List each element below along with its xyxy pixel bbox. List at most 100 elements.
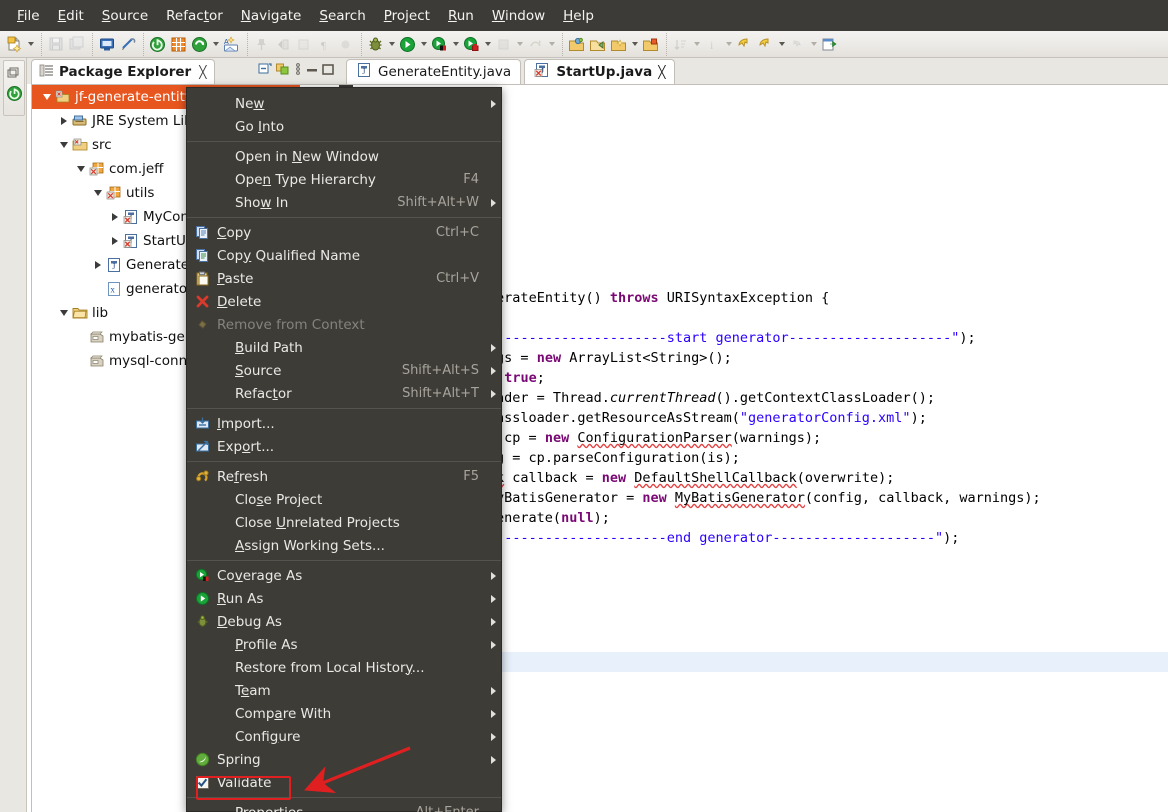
open-task-icon[interactable] xyxy=(587,34,608,55)
menu-item-shortcut: Ctrl+C xyxy=(435,225,479,240)
link-with-editor-icon[interactable] xyxy=(275,61,291,81)
menu-item-new[interactable]: New xyxy=(187,92,501,115)
menubar-item-help[interactable]: Help xyxy=(554,5,603,27)
menu-item-label: Validate xyxy=(217,774,272,791)
expand-arrow-right-icon[interactable] xyxy=(108,213,122,221)
expand-arrow-down-icon[interactable] xyxy=(74,166,88,172)
editor-tab-startup-java[interactable]: J StartUp.java ╳ xyxy=(524,59,676,84)
menubar-item-project[interactable]: Project xyxy=(375,5,439,27)
refresh-icon[interactable] xyxy=(189,34,210,55)
external-tools-dropdown-arrow[interactable] xyxy=(482,34,493,55)
menu-item-delete[interactable]: Delete xyxy=(187,290,501,313)
menu-item-label: Compare With xyxy=(235,705,332,722)
back-icon[interactable] xyxy=(734,34,755,55)
expand-arrow-down-icon[interactable] xyxy=(40,94,54,100)
expand-arrow-right-icon[interactable] xyxy=(57,117,71,125)
tab-package-explorer[interactable]: Package Explorer ╳ xyxy=(31,59,216,84)
start-server-icon[interactable] xyxy=(147,34,168,55)
menu-item-properties[interactable]: PropertiesAlt+Enter xyxy=(187,801,501,812)
menu-item-shortcut: Ctrl+V xyxy=(436,271,479,286)
history-icon xyxy=(525,34,546,55)
expand-arrow-right-icon[interactable] xyxy=(91,261,105,269)
coverage-icon[interactable] xyxy=(429,34,450,55)
coverage-icon xyxy=(187,568,217,583)
new-package-icon[interactable] xyxy=(640,34,661,55)
menu-item-build-path[interactable]: Build Path xyxy=(187,336,501,359)
editor-tab-generateentity-java[interactable]: J GenerateEntity.java xyxy=(346,59,522,84)
menubar-item-file[interactable]: File xyxy=(8,5,49,27)
menubar-item-navigate[interactable]: Navigate xyxy=(232,5,311,27)
menu-item-compare-with[interactable]: Compare With xyxy=(187,702,501,725)
debug-icon[interactable] xyxy=(365,34,386,55)
menubar-item-window[interactable]: Window xyxy=(483,5,554,27)
package-icon xyxy=(88,161,106,177)
menu-item-team[interactable]: Team xyxy=(187,679,501,702)
library-icon xyxy=(71,113,89,129)
menu-item-show-in[interactable]: Show In Shift+Alt+W xyxy=(187,191,501,214)
menu-item-label: Refresh xyxy=(217,468,269,485)
menu-item-restore-from-local-history[interactable]: Restore from Local History... xyxy=(187,656,501,679)
menu-item-import[interactable]: Import... xyxy=(187,412,501,435)
forward-dropdown-arrow[interactable] xyxy=(776,34,787,55)
menu-item-source[interactable]: Source Shift+Alt+S xyxy=(187,359,501,382)
menu-item-close-project[interactable]: Close Project xyxy=(187,488,501,511)
package-explorer-close-icon[interactable]: ╳ xyxy=(199,65,206,79)
new-java-class-icon[interactable] xyxy=(608,34,629,55)
project-context-menu[interactable]: New Go Into Open in New Window Open Type Hi… xyxy=(186,87,502,812)
menu-item-validate[interactable]: Validate xyxy=(187,771,501,794)
expand-arrow-down-icon[interactable] xyxy=(57,310,71,316)
menu-item-profile-as[interactable]: Profile As xyxy=(187,633,501,656)
sort-icon xyxy=(670,34,691,55)
coverage-dropdown-arrow[interactable] xyxy=(450,34,461,55)
menu-item-go-into[interactable]: Go Into xyxy=(187,115,501,138)
maximize-icon[interactable] xyxy=(321,61,335,81)
menu-item-open-type-hierarchy[interactable]: Open Type Hierarchy F4 xyxy=(187,168,501,191)
menu-item-paste[interactable]: Paste Ctrl+V xyxy=(187,267,501,290)
run-dropdown-arrow[interactable] xyxy=(418,34,429,55)
new-java-class-dropdown-arrow[interactable] xyxy=(629,34,640,55)
refresh-dropdown-arrow[interactable] xyxy=(210,34,221,55)
menu-item-export[interactable]: Export... xyxy=(187,435,501,458)
new-window-icon[interactable] xyxy=(819,34,840,55)
menu-item-close-unrelated-projects[interactable]: Close Unrelated Projects xyxy=(187,511,501,534)
open-type-search-icon[interactable] xyxy=(566,34,587,55)
menu-item-debug-as[interactable]: Debug As xyxy=(187,610,501,633)
expand-arrow-right-icon[interactable] xyxy=(108,237,122,245)
print-icon[interactable] xyxy=(96,34,117,55)
server-status-icon[interactable] xyxy=(6,85,23,106)
menu-item-refresh[interactable]: Refresh F5 xyxy=(187,465,501,488)
editor-tab-close-icon[interactable]: ╳ xyxy=(658,65,665,79)
restore-view-icon[interactable] xyxy=(6,65,20,84)
menubar-item-search[interactable]: Search xyxy=(310,5,374,27)
new-wizard-icon[interactable] xyxy=(4,34,25,55)
menu-item-open-in-new-window[interactable]: Open in New Window xyxy=(187,145,501,168)
menubar-item-edit[interactable]: Edit xyxy=(49,5,93,27)
view-menu-icon[interactable] xyxy=(293,61,303,81)
menubar-item-run[interactable]: Run xyxy=(439,5,483,27)
menu-item-coverage-as[interactable]: Coverage As xyxy=(187,564,501,587)
minimize-icon[interactable] xyxy=(305,61,319,81)
menubar-item-refactor[interactable]: Refactor xyxy=(157,5,232,27)
menu-item-run-as[interactable]: Run As xyxy=(187,587,501,610)
menu-item-copy[interactable]: Copy Ctrl+C xyxy=(187,221,501,244)
new-wizard-dropdown-arrow[interactable] xyxy=(25,34,36,55)
debug-dropdown-arrow[interactable] xyxy=(386,34,397,55)
forward-icon[interactable] xyxy=(755,34,776,55)
menubar-item-source[interactable]: Source xyxy=(93,5,157,27)
sort-dropdown-arrow xyxy=(691,34,702,55)
menu-item-copy-qualified-name[interactable]: Copy Qualified Name xyxy=(187,244,501,267)
link-icon[interactable] xyxy=(117,34,138,55)
expand-arrow-down-icon[interactable] xyxy=(57,142,71,148)
submenu-arrow-icon xyxy=(485,709,501,718)
menu-item-refactor[interactable]: Refactor Shift+Alt+T xyxy=(187,382,501,405)
menu-item-assign-working-sets[interactable]: Assign Working Sets... xyxy=(187,534,501,557)
menu-item-spring[interactable]: Spring xyxy=(187,748,501,771)
external-tools-icon[interactable] xyxy=(461,34,482,55)
search-icon[interactable]: A xyxy=(221,34,242,55)
open-type-icon[interactable] xyxy=(168,34,189,55)
menu-item-configure[interactable]: Configure xyxy=(187,725,501,748)
expand-arrow-down-icon[interactable] xyxy=(91,190,105,196)
collapse-all-icon[interactable] xyxy=(257,61,273,81)
run-icon[interactable] xyxy=(397,34,418,55)
history-dropdown-arrow xyxy=(546,34,557,55)
